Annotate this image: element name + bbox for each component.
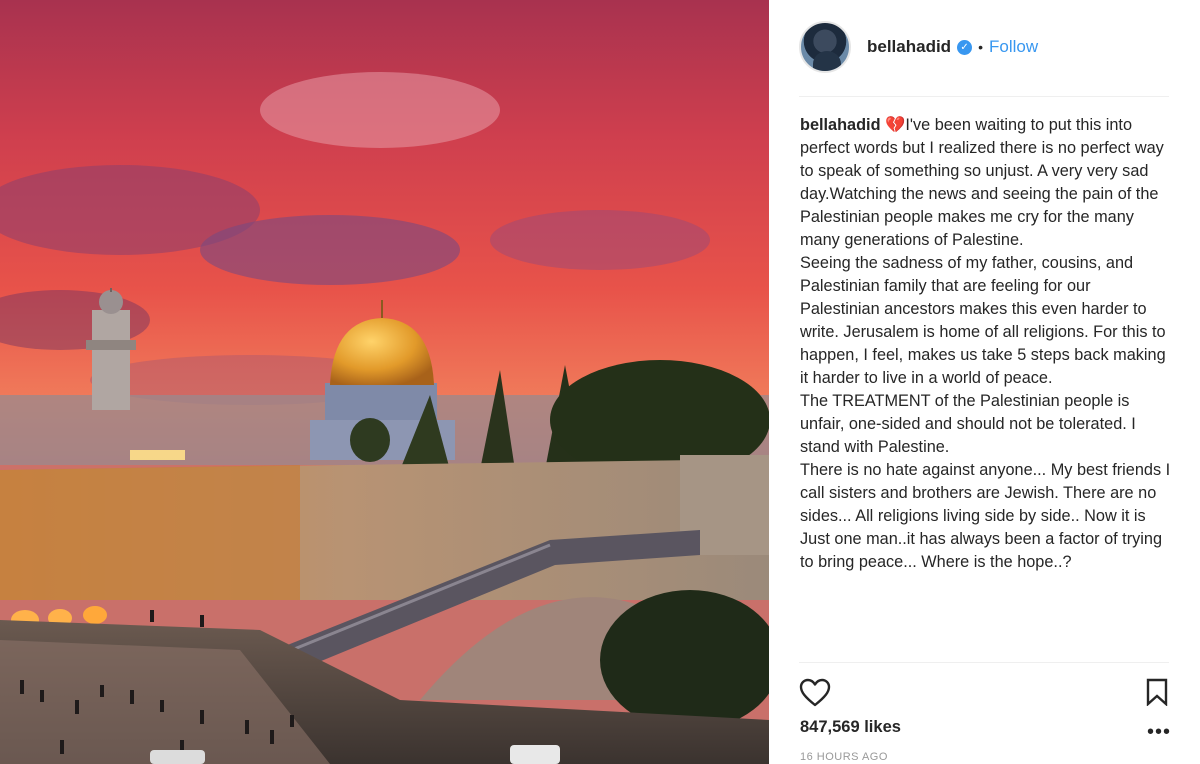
post-side-panel: bellahadid ✓ • Follow bellahadid 💔I've b… — [769, 0, 1200, 764]
bookmark-icon[interactable] — [1145, 678, 1169, 706]
heart-outline-icon[interactable] — [799, 678, 831, 708]
post-timestamp[interactable]: 16 HOURS AGO — [800, 751, 888, 763]
broken-heart-emoji: 💔 — [885, 116, 906, 134]
jerusalem-sunset-illustration — [0, 0, 769, 764]
follow-button[interactable]: Follow — [989, 37, 1038, 57]
post-caption: bellahadid 💔I've been waiting to put thi… — [800, 114, 1172, 574]
post-image[interactable] — [0, 0, 769, 764]
actions-divider — [799, 662, 1169, 663]
avatar[interactable] — [799, 21, 851, 73]
caption-username[interactable]: bellahadid — [800, 116, 881, 134]
header-username[interactable]: bellahadid — [867, 37, 951, 57]
post-header: bellahadid ✓ • Follow — [799, 20, 1038, 74]
header-divider — [799, 96, 1169, 97]
header-separator: • — [978, 39, 983, 55]
like-count[interactable]: 847,569 likes — [800, 718, 901, 737]
post-actions — [799, 676, 1171, 710]
more-options-icon[interactable]: ••• — [1147, 722, 1171, 742]
verified-badge-icon: ✓ — [957, 39, 973, 55]
caption-text: I've been waiting to put this into perfe… — [800, 116, 1171, 571]
